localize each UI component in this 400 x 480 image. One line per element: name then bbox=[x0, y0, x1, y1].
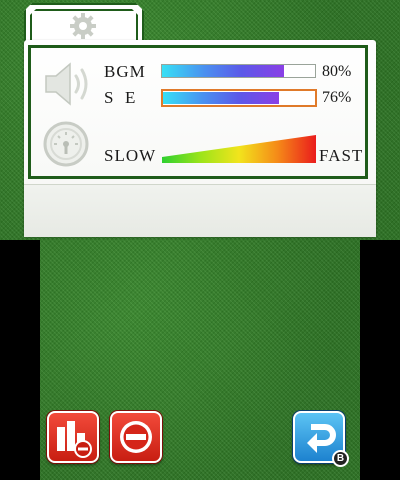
se-label: S E bbox=[104, 88, 137, 107]
bgm-label: BGM bbox=[104, 62, 146, 81]
speed-fast-label: FAST bbox=[319, 146, 364, 165]
no-entry-icon bbox=[120, 421, 152, 453]
se-volume-value: 76% bbox=[322, 89, 352, 106]
speed-slow-label: SLOW bbox=[104, 146, 157, 165]
stats-button[interactable] bbox=[47, 411, 99, 463]
speedometer-icon bbox=[43, 121, 89, 167]
settings-panel-footer bbox=[24, 184, 376, 237]
gear-icon bbox=[68, 11, 98, 41]
bgm-volume-value: 80% bbox=[322, 63, 352, 80]
stats-minus-icon bbox=[57, 421, 92, 458]
b-button-badge: B bbox=[332, 450, 349, 467]
bgm-volume-slider[interactable] bbox=[161, 64, 316, 78]
bgm-volume-fill bbox=[162, 65, 285, 77]
top-screen: BGM 80% S E 76% SLOW FAST bbox=[0, 0, 400, 240]
se-volume-fill bbox=[163, 92, 279, 104]
se-volume-slider[interactable] bbox=[161, 89, 317, 107]
no-entry-button[interactable] bbox=[110, 411, 162, 463]
speaker-icon bbox=[45, 62, 88, 106]
back-button[interactable]: B bbox=[293, 411, 349, 467]
